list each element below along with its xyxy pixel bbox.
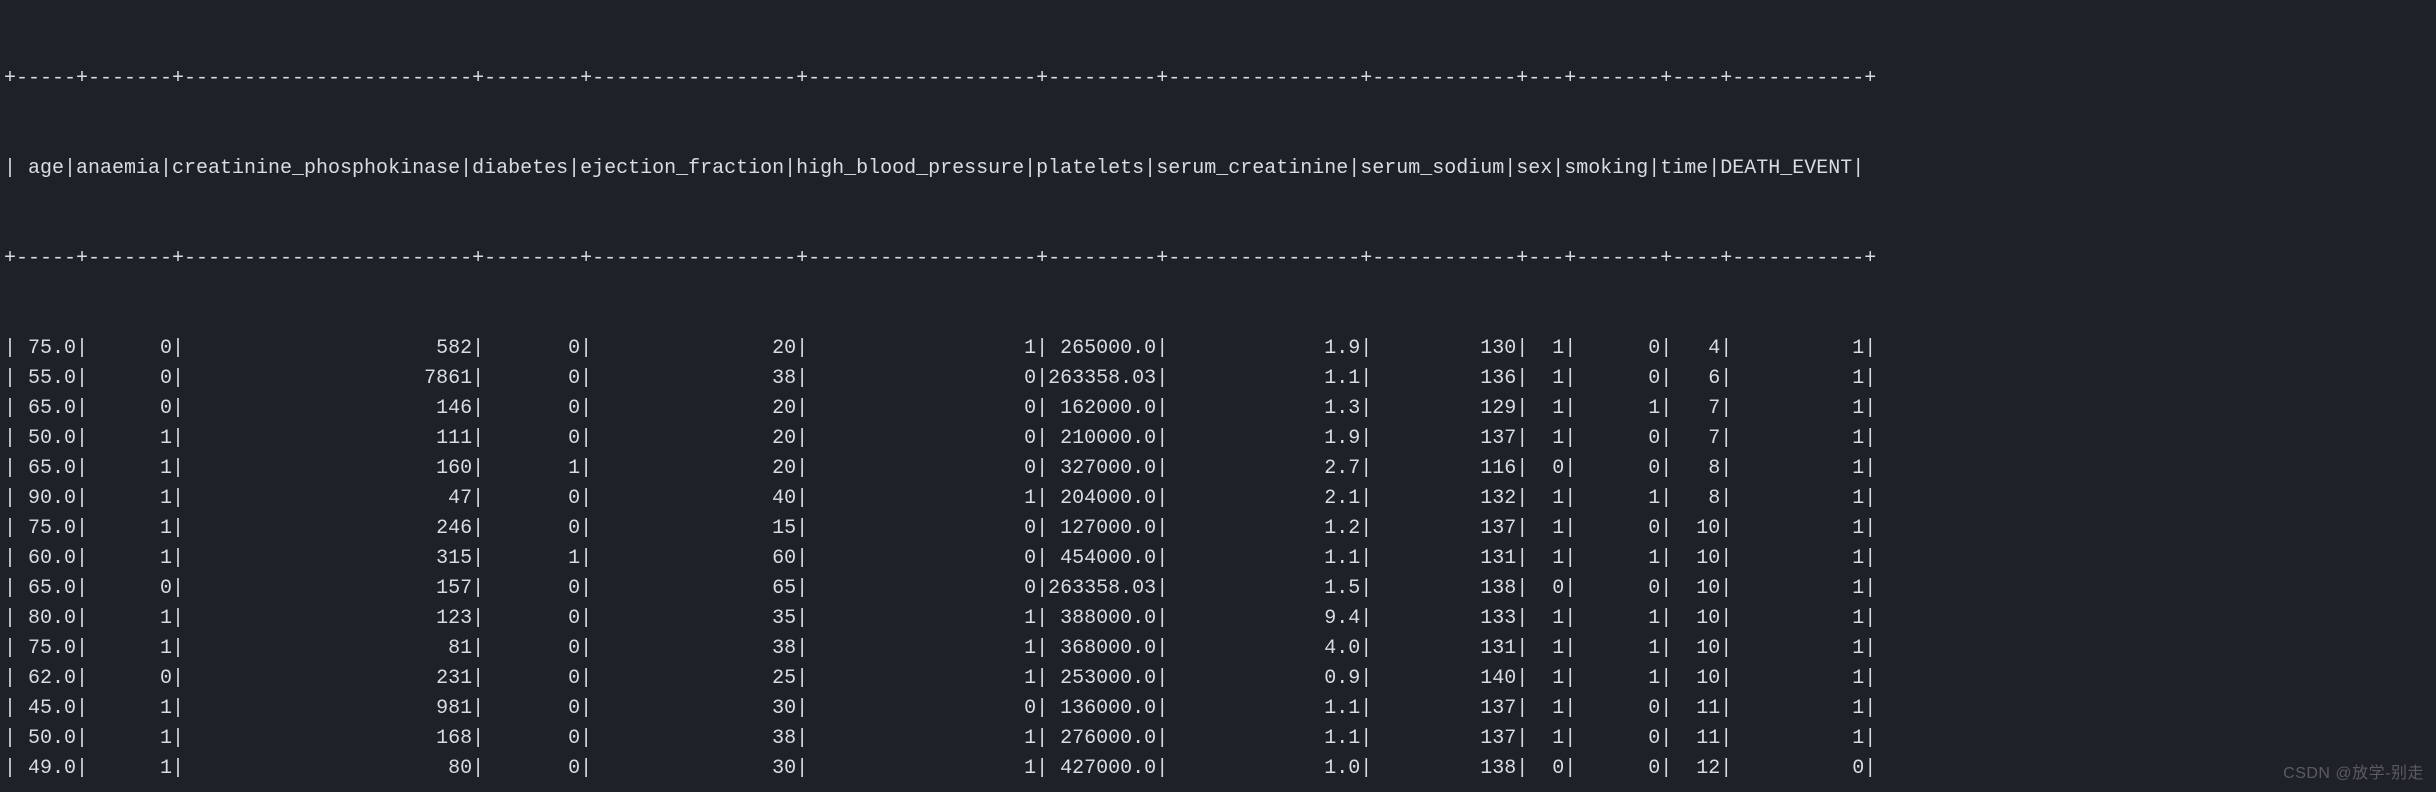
table-row: | 75.0| 1| 246| 0| 15| 0| 127000.0| 1.2|…: [4, 514, 2436, 544]
table-header-row: | age|anaemia|creatinine_phosphokinase|d…: [4, 154, 2436, 184]
table-row: | 65.0| 0| 146| 0| 20| 0| 162000.0| 1.3|…: [4, 394, 2436, 424]
table-row: | 65.0| 0| 157| 0| 65| 0|263358.03| 1.5|…: [4, 574, 2436, 604]
table-row: | 90.0| 1| 47| 0| 40| 1| 204000.0| 2.1| …: [4, 484, 2436, 514]
table-row: | 60.0| 1| 315| 1| 60| 0| 454000.0| 1.1|…: [4, 544, 2436, 574]
table-row: | 80.0| 1| 123| 0| 35| 1| 388000.0| 9.4|…: [4, 604, 2436, 634]
table-row: | 75.0| 0| 582| 0| 20| 1| 265000.0| 1.9|…: [4, 334, 2436, 364]
table-row: | 75.0| 1| 81| 0| 38| 1| 368000.0| 4.0| …: [4, 634, 2436, 664]
table-row: | 62.0| 0| 231| 0| 25| 1| 253000.0| 0.9|…: [4, 664, 2436, 694]
table-border-mid: +-----+-------+------------------------+…: [4, 244, 2436, 274]
table-border-top: +-----+-------+------------------------+…: [4, 64, 2436, 94]
table-row: | 50.0| 1| 168| 0| 38| 1| 276000.0| 1.1|…: [4, 724, 2436, 754]
terminal-output: +-----+-------+------------------------+…: [0, 0, 2436, 792]
watermark-text: CSDN @放学-别走: [2283, 762, 2424, 786]
table-row: | 50.0| 1| 111| 0| 20| 0| 210000.0| 1.9|…: [4, 424, 2436, 454]
table-row: | 55.0| 0| 7861| 0| 38| 0|263358.03| 1.1…: [4, 364, 2436, 394]
table-row: | 65.0| 1| 160| 1| 20| 0| 327000.0| 2.7|…: [4, 454, 2436, 484]
table-row: | 45.0| 1| 981| 0| 30| 0| 136000.0| 1.1|…: [4, 694, 2436, 724]
table-row: | 49.0| 1| 80| 0| 30| 1| 427000.0| 1.0| …: [4, 754, 2436, 784]
